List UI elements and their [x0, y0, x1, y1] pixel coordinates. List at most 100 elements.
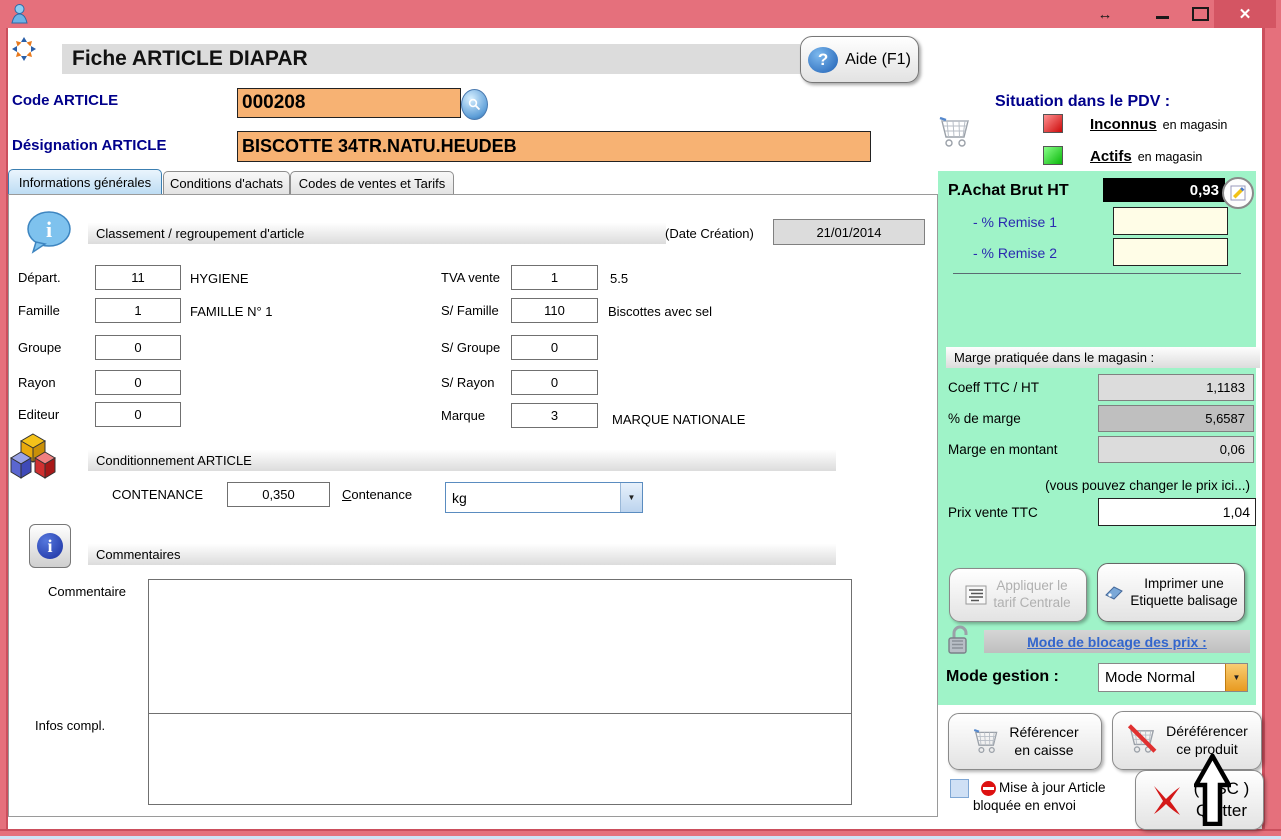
tab-codes-ventes-tarifs[interactable]: Codes de ventes et Tarifs — [290, 171, 454, 195]
field-marque-desc: MARQUE NATIONALE — [612, 412, 745, 427]
commentaire-label: Commentaire — [48, 584, 126, 599]
referencer-caisse-button[interactable]: Référenceren caisse — [948, 713, 1102, 770]
legend-inconnus-rest: en magasin — [1163, 118, 1228, 132]
contenance-unit-dropdown[interactable]: kg ▼ — [445, 482, 643, 513]
legend-actifs-strong[interactable]: Actifs — [1090, 148, 1132, 165]
edit-price-button[interactable] — [1222, 177, 1254, 209]
dereferencer-produit-label: Déréférencerce produit — [1166, 723, 1248, 758]
info-button[interactable]: i — [29, 524, 71, 568]
field-srayon-label: S/ Rayon — [441, 375, 494, 390]
field-srayon-input[interactable] — [511, 370, 598, 395]
section-classement: Classement / regroupement d'article — [88, 223, 666, 244]
code-article-label: Code ARTICLE — [12, 92, 118, 109]
help-button-label: Aide (F1) — [845, 51, 911, 69]
minimize-button[interactable] — [1146, 0, 1178, 26]
field-groupe-label: Groupe — [18, 340, 61, 355]
section-marge: Marge pratiquée dans le magasin : — [946, 347, 1260, 368]
field-famille-input[interactable] — [95, 298, 181, 323]
appliquer-tarif-label: Appliquer letarif Centrale — [993, 578, 1070, 612]
mode-gestion-dropdown[interactable]: Mode Normal ▼ — [1098, 663, 1248, 692]
status-inconnus-square — [1043, 114, 1063, 133]
remise2-label: - % Remise 2 — [973, 245, 1057, 261]
designation-article-label: Désignation ARTICLE — [12, 137, 166, 154]
blocage-prix-strip: Mode de blocage des prix : — [984, 630, 1250, 653]
status-actifs-square — [1043, 146, 1063, 165]
search-icon[interactable] — [461, 89, 488, 120]
code-article-input[interactable] — [237, 88, 461, 118]
field-tva-label: TVA vente — [441, 270, 500, 285]
field-sfamille-input[interactable] — [511, 298, 598, 323]
help-bubble-icon: ? — [808, 47, 838, 73]
section-commentaires: Commentaires — [88, 544, 836, 565]
marge-montant-value: 0,06 — [1098, 436, 1254, 463]
imprimer-etiquette-label: Imprimer uneEtiquette balisage — [1130, 576, 1237, 610]
svg-text:i: i — [46, 217, 52, 242]
unlock-icon — [946, 624, 974, 656]
resize-icon[interactable]: ↔ — [1093, 4, 1117, 24]
maximize-icon — [1192, 7, 1209, 21]
achat-brut-value: 0,93 — [1103, 178, 1225, 202]
infos-compl-label: Infos compl. — [35, 718, 105, 733]
field-sfamille-label: S/ Famille — [441, 303, 499, 318]
field-sfamille-desc: Biscottes avec sel — [608, 304, 712, 319]
field-editeur-input[interactable] — [95, 402, 181, 427]
chevron-down-icon[interactable]: ▼ — [1225, 664, 1247, 691]
window-frame-left — [0, 28, 8, 839]
maj-article-label-line1: Mise à jour Article — [999, 780, 1106, 795]
maximize-button[interactable] — [1186, 4, 1214, 24]
field-marque-input[interactable] — [511, 403, 598, 428]
tab-conditions-achats[interactable]: Conditions d'achats — [163, 171, 290, 195]
cursor-up-arrow — [1194, 754, 1231, 826]
appliquer-tarif-button[interactable]: Appliquer letarif Centrale — [949, 568, 1087, 622]
field-editeur-label: Editeur — [18, 407, 59, 422]
field-rayon-label: Rayon — [18, 375, 56, 390]
move-icon — [12, 37, 36, 61]
section-conditionnement: Conditionnement ARTICLE — [88, 450, 836, 471]
blocage-prix-link[interactable]: Mode de blocage des prix : — [1027, 634, 1207, 650]
remise2-input[interactable] — [1113, 238, 1228, 266]
field-rayon-input[interactable] — [95, 370, 181, 395]
info-circle-icon: i — [37, 533, 63, 559]
marge-pct-value: 5,6587 — [1098, 405, 1254, 432]
coeff-value: 1,1183 — [1098, 374, 1254, 401]
cart-icon — [938, 113, 974, 153]
field-tva-input[interactable] — [511, 265, 598, 290]
mode-gestion-label: Mode gestion : — [946, 668, 1059, 686]
help-button[interactable]: ? Aide (F1) — [800, 36, 919, 83]
prix-vente-input[interactable] — [1098, 498, 1256, 526]
contenance-unit-label: Contenance — [342, 487, 412, 502]
red-x-icon — [1150, 782, 1184, 818]
imprimer-etiquette-button[interactable]: Imprimer uneEtiquette balisage — [1097, 563, 1245, 622]
mode-gestion-value: Mode Normal — [1099, 669, 1225, 686]
marge-pct-label: % de marge — [948, 411, 1021, 426]
page-title: Fiche ARTICLE DIAPAR — [62, 44, 800, 74]
prix-vente-label: Prix vente TTC — [948, 505, 1038, 520]
cart-icon — [971, 726, 1003, 758]
dereferencer-produit-button[interactable]: Déréférencerce produit — [1112, 711, 1262, 770]
date-creation-label: (Date Création) — [665, 226, 754, 241]
tab-informations-generales[interactable]: Informations générales — [8, 169, 162, 195]
infos-compl-textarea[interactable] — [148, 713, 852, 805]
field-sgroupe-label: S/ Groupe — [441, 340, 500, 355]
field-depart-input[interactable] — [95, 265, 181, 290]
legend-inconnus: Inconnus en magasin — [1090, 116, 1227, 133]
commentaire-textarea[interactable] — [148, 579, 852, 715]
field-sgroupe-input[interactable] — [511, 335, 598, 360]
field-groupe-input[interactable] — [95, 335, 181, 360]
close-button[interactable]: ✕ — [1214, 0, 1276, 28]
legend-actifs-rest: en magasin — [1138, 150, 1203, 164]
date-creation-value: 21/01/2014 — [773, 219, 925, 245]
designation-article-input[interactable] — [237, 131, 871, 162]
maj-article-label-line2: bloquée en envoi — [973, 798, 1076, 813]
coeff-label: Coeff TTC / HT — [948, 380, 1039, 395]
chevron-down-icon[interactable]: ▼ — [620, 483, 642, 512]
pdv-title: Situation dans le PDV : — [995, 93, 1170, 111]
maj-article-checkbox[interactable] — [950, 779, 969, 798]
legend-inconnus-strong[interactable]: Inconnus — [1090, 116, 1157, 133]
remise1-input[interactable] — [1113, 207, 1228, 235]
change-price-hint: (vous pouvez changer le prix ici...) — [938, 478, 1256, 493]
contenance-input[interactable] — [227, 482, 330, 507]
contenance-label: CONTENANCE — [112, 487, 203, 502]
no-entry-icon — [981, 781, 996, 796]
cubes-icon — [10, 432, 56, 480]
